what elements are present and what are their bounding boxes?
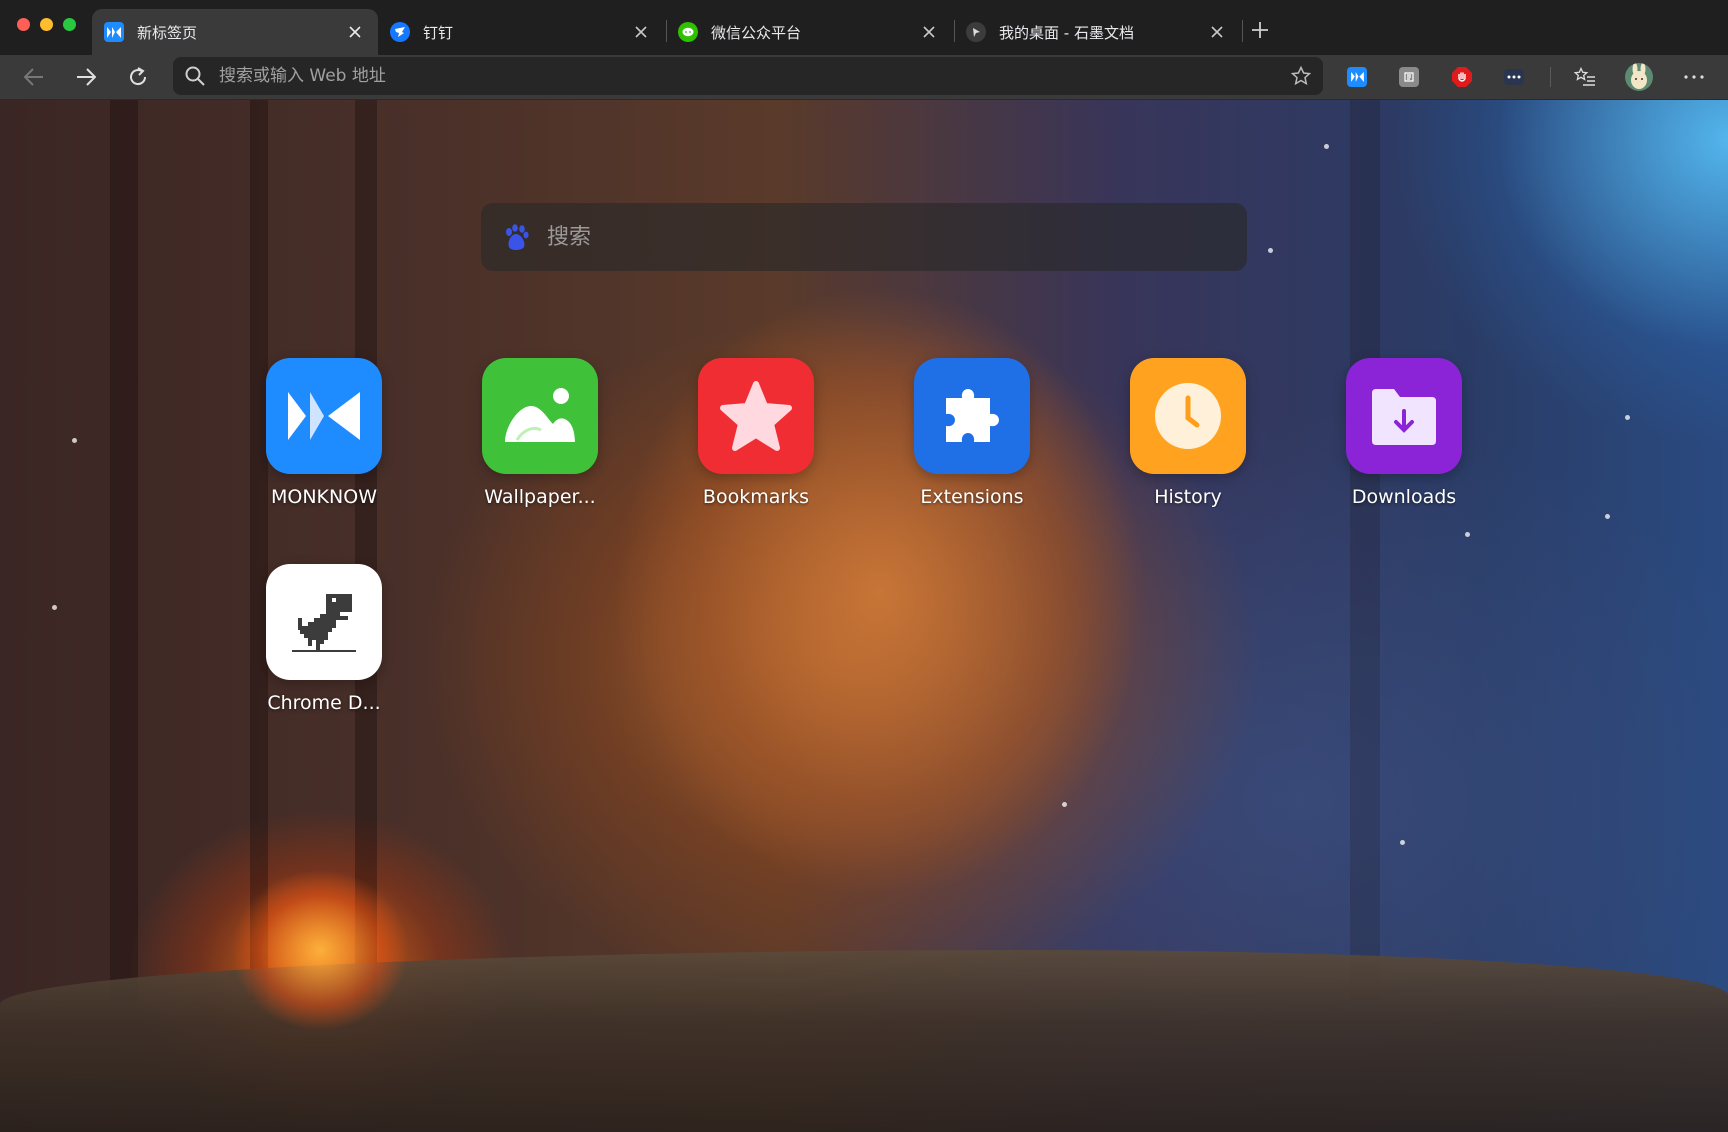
maximize-window-button[interactable] [63,18,76,31]
tab-title: 微信公众平台 [711,23,802,42]
arrow-left-icon [24,68,43,86]
shimo-icon [966,22,986,42]
shortcut-label: History [1154,486,1222,508]
password-ext-icon[interactable] [1501,64,1527,90]
baidu-icon [506,224,529,250]
reload-icon [130,67,147,86]
more-menu-icon[interactable] [1681,64,1707,90]
toolbar-separator [1550,67,1551,87]
new-tab-button[interactable] [1247,17,1273,43]
shortcut-chrome-dino[interactable]: Chrome D... [249,564,399,714]
tab-dingtalk[interactable]: 钉钉 [378,9,664,55]
snow-particle [1465,532,1470,537]
butterfly-wallpaper-image [200,840,440,1060]
tab-title: 新标签页 [137,23,198,42]
shortcut-label: MONKNOW [271,486,377,508]
shortcut-label: Extensions [920,486,1024,508]
wallpaper-icon [482,358,598,474]
search-input[interactable] [545,223,1227,251]
close-tab-icon[interactable] [346,23,364,41]
dingtalk-icon [390,22,410,42]
close-tab-icon[interactable] [1208,23,1226,41]
puzzle-icon [914,358,1030,474]
shortcut-label: Downloads [1351,486,1457,508]
snow-particle [52,605,57,610]
snow-particle [1625,415,1630,420]
tab-strip: 新标签页 钉钉 微信公众平台 我的桌面 - 石墨文档 [0,0,1728,55]
reload-button[interactable] [122,61,154,93]
snow-particle [1062,802,1067,807]
tab-shimo[interactable]: 我的桌面 - 石墨文档 [954,9,1240,55]
snow-particle [1400,840,1405,845]
download-folder-icon [1346,358,1462,474]
shortcut-history[interactable]: History [1113,358,1263,508]
favorites-list-icon[interactable] [1572,64,1598,90]
background-tree [110,100,138,1000]
close-window-button[interactable] [17,18,30,31]
tab-separator [1242,20,1243,42]
shortcut-extensions[interactable]: Extensions [897,358,1047,508]
clock-icon [1130,358,1246,474]
monknow-icon [104,22,124,42]
shortcut-label: Bookmarks [702,486,810,508]
forward-button[interactable] [70,61,102,93]
adblock-ext-icon[interactable] [1449,64,1475,90]
avatar[interactable] [1624,62,1654,92]
minimize-window-button[interactable] [40,18,53,31]
shortcut-wallpaper[interactable]: Wallpaper... [465,358,615,508]
dino-icon [266,564,382,680]
new-tab-page: MONKNOW Wallpaper... Bookmarks Extension… [0,100,1728,1132]
shortcut-monknow[interactable]: MONKNOW [249,358,399,508]
search-box[interactable] [481,203,1247,271]
shortcut-label: Wallpaper... [484,486,596,508]
snow-particle [1605,514,1610,519]
shortcut-bookmarks[interactable]: Bookmarks [681,358,831,508]
star-bookmark-icon[interactable] [1291,66,1311,86]
snow-particle [1268,248,1273,253]
back-button[interactable] [18,61,50,93]
notebook-ext-icon[interactable] [1396,64,1422,90]
toolbar [0,55,1728,100]
snow-particle [72,438,77,443]
tab-wechat[interactable]: 微信公众平台 [666,9,952,55]
close-tab-icon[interactable] [632,23,650,41]
tab-title: 我的桌面 - 石墨文档 [999,23,1134,42]
plus-icon [1252,22,1268,38]
monknow-ext-icon[interactable] [1344,64,1370,90]
address-bar[interactable] [173,57,1323,95]
shortcut-downloads[interactable]: Downloads [1329,358,1479,508]
wechat-icon [678,22,698,42]
close-tab-icon[interactable] [920,23,938,41]
search-icon [185,66,205,86]
star-icon [698,358,814,474]
browser-window: 新标签页 钉钉 微信公众平台 我的桌面 - 石墨文档 搜索或输入 Web 地址 … [0,0,1728,1132]
background-tree [1350,100,1380,1000]
tab-title: 钉钉 [423,23,454,42]
monknow-icon [266,358,382,474]
shortcut-label: Chrome D... [267,692,381,714]
snow-particle [1324,144,1329,149]
tab-new-tab[interactable]: 新标签页 [92,9,378,55]
address-input[interactable] [217,65,1291,87]
arrow-right-icon [77,68,96,86]
